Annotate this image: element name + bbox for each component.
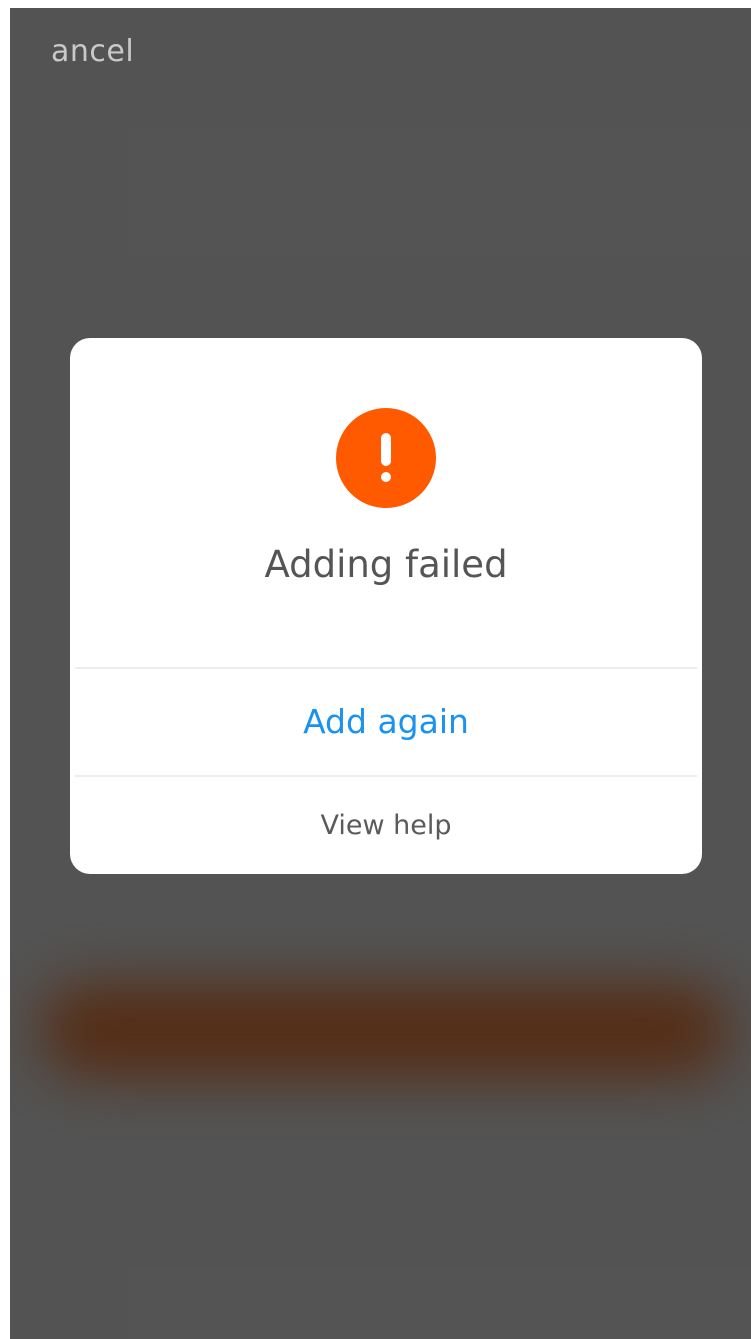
exclamation-mark-glyph — [381, 433, 391, 482]
dialog-title: Adding failed — [264, 543, 508, 586]
view-help-button[interactable]: View help — [70, 777, 702, 874]
error-dialog: Adding failed Add again View help — [70, 338, 702, 874]
exclamation-circle-icon — [336, 408, 436, 508]
add-again-button[interactable]: Add again — [70, 669, 702, 775]
app-screen: ancel Adding failed Add again View help — [10, 8, 751, 1339]
